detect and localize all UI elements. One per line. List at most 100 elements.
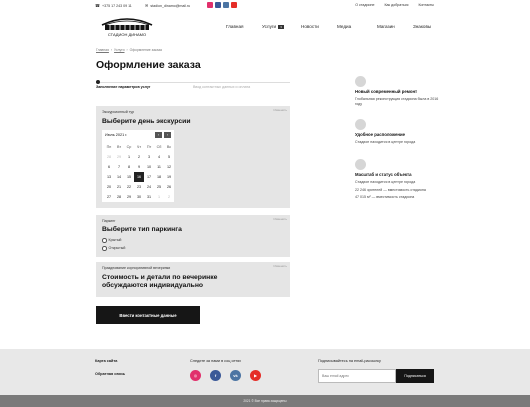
feature-image	[355, 76, 366, 87]
nav-shop[interactable]: Магазин	[377, 24, 395, 29]
calendar-day[interactable]: 18	[154, 172, 164, 182]
calendar-day[interactable]: 25	[154, 182, 164, 192]
email-address: stadion_dinamo@mail.ru	[150, 3, 191, 8]
breadcrumb-services[interactable]: Услуги	[114, 48, 124, 52]
weekday-label: Вс	[166, 145, 172, 149]
enter-contact-data-button[interactable]: Ввести контактные данные	[96, 306, 200, 324]
calendar-day[interactable]: 6	[104, 162, 114, 172]
calendar-day[interactable]: 4	[154, 152, 164, 162]
feature-text: Стадион находится в центре города	[355, 140, 416, 144]
calendar-day[interactable]: 12	[164, 162, 174, 172]
corporate-heading: Стоимость и детали по вечеринке обсуждаю…	[102, 274, 218, 290]
nav-media-label: Медиа	[337, 24, 352, 29]
footer-link-feedback[interactable]: Обратная связь	[95, 372, 125, 376]
feature-image	[355, 119, 366, 130]
chevron-down-icon: ▾	[278, 24, 285, 29]
phone-contact[interactable]: ☎ +375 17 243 09 11	[95, 3, 132, 8]
calendar-day[interactable]: 24	[144, 182, 154, 192]
calendar-day[interactable]: 28	[114, 192, 124, 202]
excursion-tag: Экскурсионный тур	[102, 110, 135, 114]
breadcrumb-home[interactable]: Главная	[96, 48, 109, 52]
subscribe-button[interactable]: Подписаться	[396, 369, 434, 383]
vk-icon[interactable]: vk	[230, 370, 241, 381]
weekday-label: Вт	[116, 145, 122, 149]
calendar-day[interactable]: 19	[164, 172, 174, 182]
phone-icon: ☎	[95, 3, 100, 8]
feature-renovation: Новый современный ремонт Глобальная реко…	[355, 76, 445, 106]
instagram-icon[interactable]	[207, 2, 213, 8]
nav-media[interactable]: Медиа	[337, 24, 351, 29]
calendar-day[interactable]: 21	[114, 182, 124, 192]
calendar-day[interactable]: 7	[114, 162, 124, 172]
calendar-day[interactable]: 15	[124, 172, 134, 182]
parking-option-covered[interactable]: Крытый	[102, 238, 121, 243]
calendar-day[interactable]: 28	[104, 152, 114, 162]
youtube-icon[interactable]: ▶	[250, 370, 261, 381]
nav-known[interactable]: Знаковы	[413, 24, 431, 29]
excursion-edit-link[interactable]: Изменить	[273, 108, 287, 112]
weekday-label: Пн	[106, 145, 112, 149]
calendar-day[interactable]: 8	[124, 162, 134, 172]
calendar-day[interactable]: 5	[164, 152, 174, 162]
calendar-day[interactable]: 11	[154, 162, 164, 172]
svg-text:СТАДИОН ДИНАМО: СТАДИОН ДИНАМО	[108, 32, 146, 37]
feature-text: Глобальная реконструкция стадиона была в…	[355, 97, 439, 106]
email-contact[interactable]: ✉ stadion_dinamo@mail.ru	[145, 3, 190, 8]
radio-button[interactable]	[102, 238, 107, 243]
calendar-day[interactable]: 1	[154, 192, 164, 202]
calendar-day[interactable]: 20	[104, 182, 114, 192]
calendar: Июль 2021 г. ‹ › Пн Вт Ср Чт Пт Сб Вс 28 29 1 2 3 4 5…	[102, 130, 174, 202]
top-link-directions[interactable]: Как добраться	[384, 3, 408, 7]
calendar-day[interactable]: 29	[124, 192, 134, 202]
facebook-icon[interactable]	[215, 2, 221, 8]
feature-text: Стадион находится в центре города	[355, 180, 416, 184]
calendar-day[interactable]: 29	[114, 152, 124, 162]
corporate-edit-link[interactable]: Изменить	[273, 264, 287, 268]
calendar-day[interactable]: 14	[114, 172, 124, 182]
step-2-label[interactable]: Ввод контактных данных и оплата	[193, 85, 253, 89]
youtube-icon[interactable]	[231, 2, 237, 8]
feature-image	[355, 159, 366, 170]
calendar-day[interactable]: 26	[164, 182, 174, 192]
nav-home[interactable]: Главная	[226, 24, 243, 29]
calendar-day[interactable]: 22	[124, 182, 134, 192]
feature-scale: Масштаб и статус объекта Стадион находит…	[355, 159, 445, 200]
prev-month-button[interactable]: ‹	[155, 132, 162, 138]
phone-number: +375 17 243 09 11	[101, 3, 132, 8]
calendar-day[interactable]: 2	[164, 192, 174, 202]
footer: Карта сайта Обратная связь Следите за на…	[0, 349, 530, 395]
next-month-button[interactable]: ›	[164, 132, 171, 138]
feature-title: Новый современный ремонт	[355, 89, 418, 94]
order-steps: Заполнение параметров услуг Ввод контакт…	[96, 80, 290, 96]
feature-text: 22 246 зрителей — вместимость стадиона	[355, 187, 426, 192]
breadcrumb: Главная › Услуги › Оформление заказа	[96, 48, 162, 52]
parking-edit-link[interactable]: Изменить	[273, 217, 287, 221]
nav-services[interactable]: Услуги ▾	[262, 24, 285, 29]
logo[interactable]: СТАДИОН ДИНАМО	[96, 12, 158, 38]
calendar-day[interactable]: 30	[134, 192, 144, 202]
radio-button[interactable]	[102, 246, 107, 251]
calendar-day[interactable]: 9	[134, 162, 144, 172]
top-link-about[interactable]: О стадионе	[355, 3, 374, 7]
nav-home-label: Главная	[226, 24, 244, 29]
calendar-day-selected[interactable]: 16	[134, 172, 144, 182]
calendar-day[interactable]: 23	[134, 182, 144, 192]
calendar-day[interactable]: 10	[144, 162, 154, 172]
parking-option-open[interactable]: Открытый	[102, 246, 125, 251]
instagram-icon[interactable]: ◎	[190, 370, 201, 381]
top-link-contacts[interactable]: Контакты	[418, 3, 434, 7]
calendar-day[interactable]: 31	[144, 192, 154, 202]
calendar-day[interactable]: 27	[104, 192, 114, 202]
parking-option-label: Крытый	[108, 238, 122, 243]
nav-news[interactable]: Новости	[301, 24, 319, 29]
facebook-icon[interactable]: f	[210, 370, 221, 381]
footer-link-sitemap[interactable]: Карта сайта	[95, 359, 117, 363]
calendar-day[interactable]: 3	[144, 152, 154, 162]
calendar-day[interactable]: 13	[104, 172, 114, 182]
calendar-day[interactable]: 1	[124, 152, 134, 162]
vk-icon[interactable]	[223, 2, 229, 8]
newsletter-email-input[interactable]	[318, 369, 396, 383]
calendar-day[interactable]: 2	[134, 152, 144, 162]
calendar-day[interactable]: 17	[144, 172, 154, 182]
topbar: ☎ +375 17 243 09 11 ✉ stadion_dinamo@mai…	[0, 0, 530, 10]
